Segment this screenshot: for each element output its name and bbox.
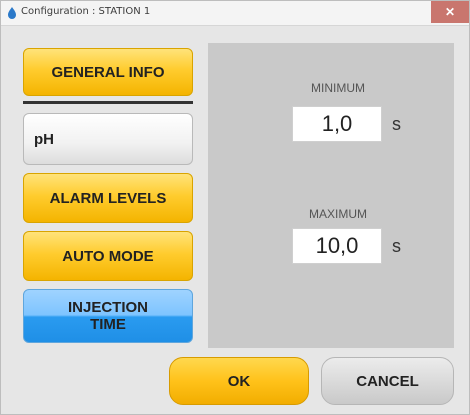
cancel-label: CANCEL bbox=[356, 372, 419, 390]
app-icon bbox=[8, 7, 16, 19]
minimum-unit: s bbox=[392, 114, 401, 134]
configuration-window: Configuration : STATION 1 ✕ GENERAL INFO… bbox=[0, 0, 470, 415]
ok-label: OK bbox=[227, 372, 251, 390]
nav-injection-time-button[interactable]: INJECTION TIME bbox=[23, 289, 193, 343]
title-bar: Configuration : STATION 1 ✕ bbox=[1, 1, 469, 26]
cancel-button[interactable]: CANCEL bbox=[321, 357, 454, 405]
nav-ph-label: pH bbox=[34, 130, 54, 148]
minimum-input[interactable]: 1,0 bbox=[292, 106, 382, 142]
nav-alarm-levels-button[interactable]: ALARM LEVELS bbox=[23, 173, 193, 223]
nav-injection-time-label: INJECTION TIME bbox=[67, 298, 148, 333]
nav-ph-button[interactable]: pH bbox=[23, 113, 193, 165]
maximum-label: MAXIMUM bbox=[309, 207, 367, 221]
nav-auto-mode-label: AUTO MODE bbox=[62, 247, 154, 265]
maximum-input[interactable]: 10,0 bbox=[292, 228, 382, 264]
nav-general-info-label: GENERAL INFO bbox=[51, 63, 165, 81]
close-button[interactable]: ✕ bbox=[431, 1, 469, 23]
nav-auto-mode-button[interactable]: AUTO MODE bbox=[23, 231, 193, 281]
close-icon: ✕ bbox=[444, 5, 456, 19]
nav-separator bbox=[23, 101, 193, 104]
nav-general-info-button[interactable]: GENERAL INFO bbox=[23, 48, 193, 96]
window-title: Configuration : STATION 1 bbox=[21, 6, 151, 17]
maximum-unit: s bbox=[392, 236, 401, 256]
nav-alarm-levels-label: ALARM LEVELS bbox=[49, 189, 167, 207]
minimum-label: MINIMUM bbox=[311, 81, 365, 95]
ok-button[interactable]: OK bbox=[169, 357, 309, 405]
settings-panel: MINIMUM 1,0 s MAXIMUM 10,0 s bbox=[208, 43, 454, 348]
